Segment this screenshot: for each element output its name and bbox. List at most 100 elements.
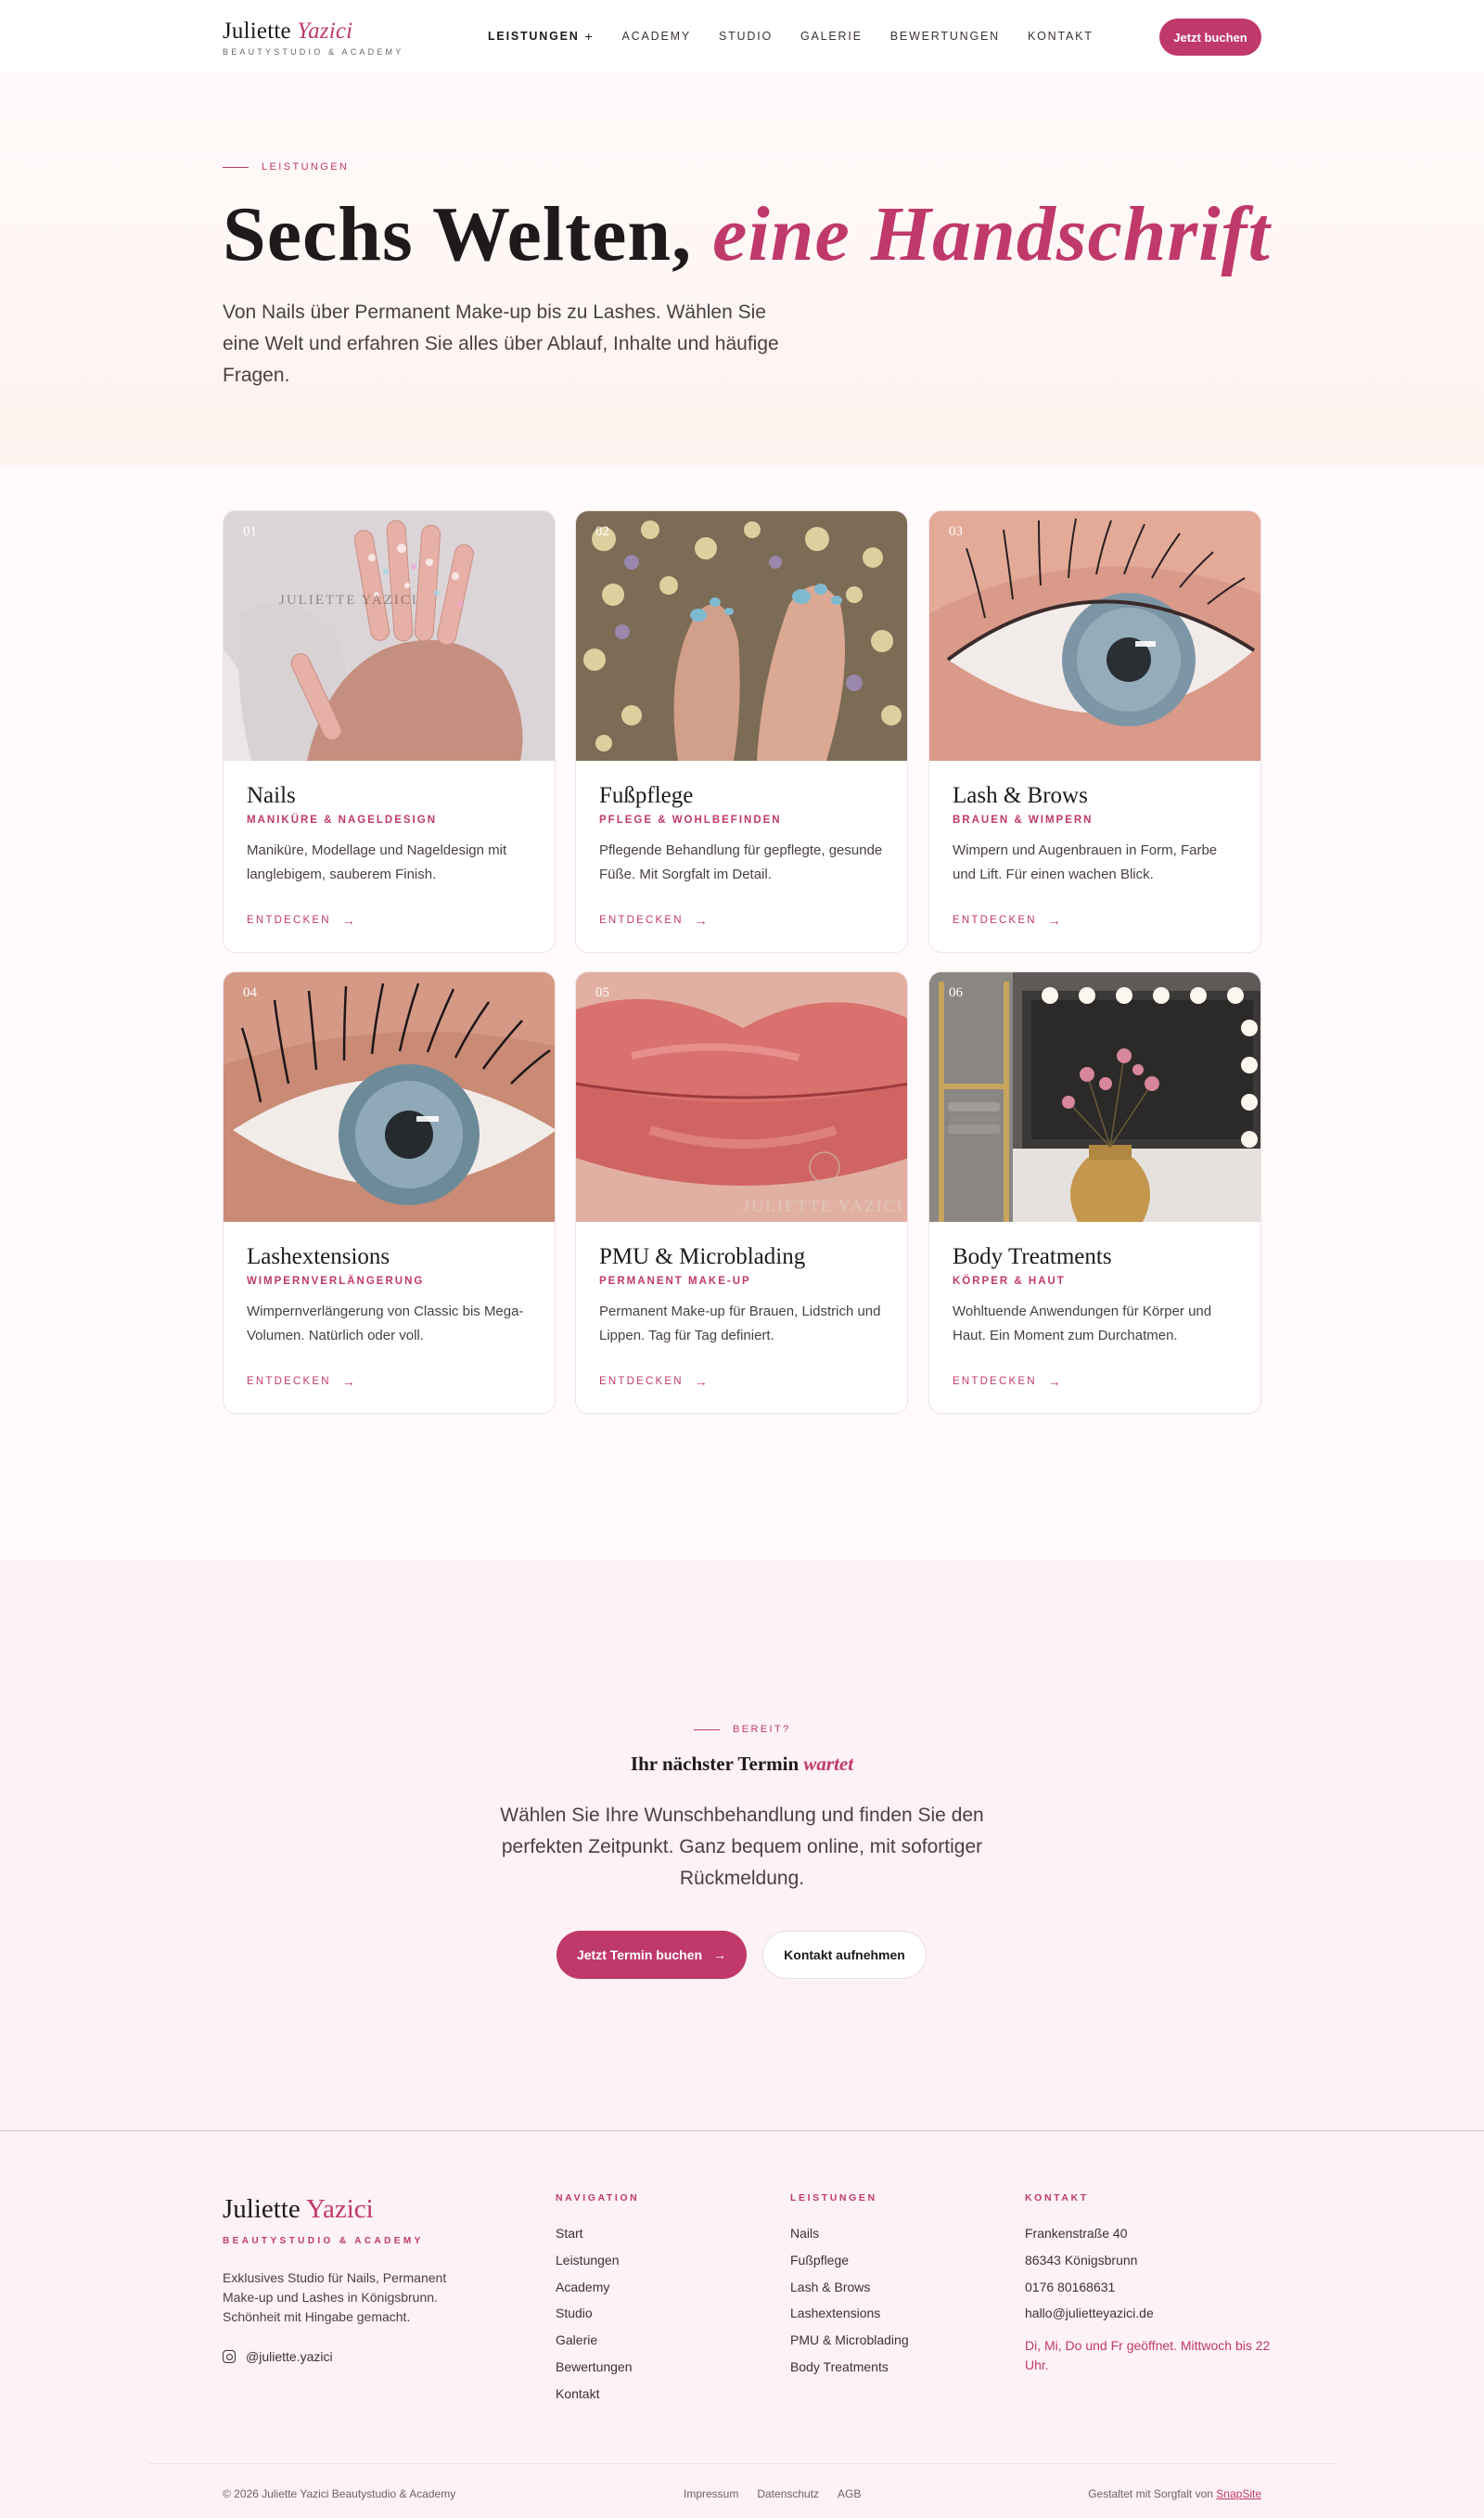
lashextensions-image: 04 — [224, 972, 555, 1222]
site-footer: Juliette Yazici BEAUTYSTUDIO & ACADEMY E… — [0, 2130, 1484, 2518]
footer-link-lash-brows[interactable]: Lash & Brows — [790, 2274, 909, 2301]
eyebrow-line — [694, 1728, 720, 1730]
fusspflege-image: 02 — [576, 511, 907, 761]
footer-opening-hours: Di, Mi, Do und Fr geöffnet. Mittwoch bis… — [1025, 2338, 1271, 2373]
discover-link-label: ENTDECKEN — [599, 1376, 684, 1387]
discover-link[interactable]: ENTDECKEN → — [953, 1374, 1237, 1389]
footer-link-nails[interactable]: Nails — [790, 2220, 909, 2247]
snapsite-link[interactable]: SnapSite — [1216, 2487, 1261, 2500]
footer-city: 86343 Königsbrunn — [1025, 2252, 1138, 2267]
contact-button[interactable]: Kontakt aufnehmen — [762, 1931, 927, 1979]
card-title: Nails — [247, 783, 296, 808]
card-number: 03 — [949, 524, 963, 539]
discover-link[interactable]: ENTDECKEN → — [599, 913, 884, 928]
footer-email-link[interactable]: hallo@julietteyazici.de — [1025, 2300, 1275, 2327]
discover-link[interactable]: ENTDECKEN → — [247, 1374, 531, 1389]
discover-link-label: ENTDECKEN — [247, 915, 331, 926]
footer-logo[interactable]: Juliette Yazici — [223, 2194, 464, 2225]
card-body: Lash & Brows BRAUEN & WIMPERN Wimpern un… — [929, 761, 1260, 928]
fusspflege-illustration — [576, 511, 907, 761]
hero-title-plain: Sechs Welten, — [223, 191, 693, 277]
plus-icon: + — [584, 29, 595, 44]
card-description: Permanent Make-up für Brauen, Lidstrich … — [599, 1304, 881, 1343]
footer-link-lashextensions[interactable]: Lashextensions — [790, 2300, 909, 2327]
card-subtitle: PFLEGE & WOHLBEFINDEN — [599, 815, 782, 826]
footer-description: Exklusives Studio für Nails, Permanent M… — [223, 2270, 447, 2324]
nav-kontakt[interactable]: KONTAKT — [1028, 29, 1094, 44]
eye-illustration — [929, 511, 1260, 761]
footer-link-start[interactable]: Start — [556, 2220, 639, 2247]
arrow-right-icon: → — [713, 1947, 727, 1962]
footer-link-bewertungen[interactable]: Bewertungen — [556, 2354, 639, 2381]
datenschutz-link[interactable]: Datenschutz — [757, 2487, 819, 2500]
footer-link-fusspflege[interactable]: Fußpflege — [790, 2247, 909, 2274]
logo[interactable]: Juliette Yazici BEAUTYSTUDIO & ACADEMY — [223, 19, 403, 57]
footer-link-body[interactable]: Body Treatments — [790, 2354, 909, 2381]
logo-last-name: Yazici — [297, 19, 353, 44]
logo-name: Juliette Yazici — [223, 19, 403, 45]
nav-bewertungen[interactable]: BEWERTUNGEN — [890, 29, 1000, 44]
body-treatments-image: 06 — [929, 972, 1260, 1222]
arrow-right-icon: → — [1047, 913, 1061, 928]
discover-link[interactable]: ENTDECKEN → — [247, 913, 531, 928]
discover-link[interactable]: ENTDECKEN → — [953, 913, 1237, 928]
footer-link-studio[interactable]: Studio — [556, 2300, 639, 2327]
footer-phone-link[interactable]: 0176 80168631 — [1025, 2274, 1275, 2301]
card-description: Wimpern und Augenbrauen in Form, Farbe u… — [953, 842, 1218, 882]
card-number: 05 — [595, 985, 609, 1000]
arrow-right-icon: → — [1047, 1374, 1061, 1389]
service-card-nails[interactable]: JULIETTE YAZICI 01 Nails MANIKÜRE & NAGE… — [223, 510, 556, 953]
cta-title-accent: wartet — [803, 1753, 854, 1775]
credit-prefix: Gestaltet mit Sorgfalt von — [1088, 2487, 1213, 2500]
impressum-link[interactable]: Impressum — [684, 2487, 738, 2500]
card-title: Lashextensions — [247, 1244, 390, 1269]
agb-link[interactable]: AGB — [838, 2487, 861, 2500]
footer-copyright: © 2026 Juliette Yazici Beautystudio & Ac… — [223, 2487, 456, 2500]
site-header: Juliette Yazici BEAUTYSTUDIO & ACADEMY L… — [0, 0, 1484, 72]
footer-legal-links: Impressum Datenschutz AGB — [684, 2487, 879, 2500]
arrow-right-icon: → — [694, 913, 708, 928]
footer-link-galerie[interactable]: Galerie — [556, 2327, 639, 2354]
book-now-button[interactable]: Jetzt buchen — [1159, 19, 1261, 56]
footer-contact-heading: KONTAKT — [1025, 2192, 1089, 2203]
discover-link[interactable]: ENTDECKEN → — [599, 1374, 884, 1389]
discover-link-label: ENTDECKEN — [953, 915, 1037, 926]
card-description: Wohltuende Anwendungen für Körper und Ha… — [953, 1304, 1212, 1343]
footer-link-pmu[interactable]: PMU & Microblading — [790, 2327, 909, 2354]
service-card-pmu[interactable]: JULIETTE YAZICI 05 PMU & Microblading PE… — [575, 971, 908, 1414]
card-body: Body Treatments KÖRPER & HAUT Wohltuende… — [929, 1222, 1260, 1389]
footer-link-academy[interactable]: Academy — [556, 2274, 639, 2301]
nav-leistungen-label: LEISTUNGEN — [488, 30, 580, 43]
card-description: Maniküre, Modellage und Nageldesign mit … — [247, 842, 507, 882]
footer-link-leistungen[interactable]: Leistungen — [556, 2247, 639, 2274]
service-card-lashextensions[interactable]: 04 Lashextensions WIMPERNVERLÄNGERUNG Wi… — [223, 971, 556, 1414]
card-description: Pflegende Behandlung für gepflegte, gesu… — [599, 842, 883, 882]
service-card-fusspflege[interactable]: 02 Fußpflege PFLEGE & WOHLBEFINDEN Pfleg… — [575, 510, 908, 953]
nav-leistungen[interactable]: LEISTUNGEN + — [488, 29, 595, 44]
nav-academy[interactable]: ACADEMY — [622, 29, 691, 44]
nails-illustration — [224, 511, 555, 761]
logo-first-name: Juliette — [223, 19, 291, 44]
card-body: Nails MANIKÜRE & NAGELDESIGN Maniküre, M… — [224, 761, 555, 928]
arrow-right-icon: → — [341, 913, 355, 928]
footer-divider — [148, 2463, 1336, 2464]
card-body: PMU & Microblading PERMANENT MAKE-UP Per… — [576, 1222, 907, 1389]
footer-services: LEISTUNGEN Nails Fußpflege Lash & Brows … — [790, 2192, 909, 2381]
footer-tagline: BEAUTYSTUDIO & ACADEMY — [223, 2236, 424, 2246]
nav-galerie[interactable]: GALERIE — [800, 29, 863, 44]
hero-text: Von Nails über Permanent Make-up bis zu … — [223, 302, 779, 386]
arrow-right-icon: → — [694, 1374, 708, 1389]
cta-eyebrow: BEREIT? — [694, 1724, 791, 1735]
cta-section: BEREIT? Ihr nächster Termin wartet Wähle… — [0, 1561, 1484, 2130]
discover-link-label: ENTDECKEN — [599, 915, 684, 926]
instagram-link[interactable]: @juliette.yazici — [223, 2349, 464, 2364]
footer-brand: Juliette Yazici BEAUTYSTUDIO & ACADEMY E… — [223, 2194, 464, 2364]
nav-studio[interactable]: STUDIO — [719, 29, 773, 44]
book-appointment-button[interactable]: Jetzt Termin buchen → — [556, 1931, 747, 1979]
hero-title: Sechs Welten, eine Handschrift — [223, 189, 1271, 279]
service-card-lash-brows[interactable]: 03 Lash & Brows BRAUEN & WIMPERN Wimpern… — [928, 510, 1261, 953]
hero-section: LEISTUNGEN Sechs Welten, eine Handschrif… — [0, 72, 1484, 465]
footer-link-kontakt[interactable]: Kontakt — [556, 2381, 639, 2408]
discover-link-label: ENTDECKEN — [953, 1376, 1037, 1387]
service-card-body-treatments[interactable]: 06 Body Treatments KÖRPER & HAUT Wohltue… — [928, 971, 1261, 1414]
